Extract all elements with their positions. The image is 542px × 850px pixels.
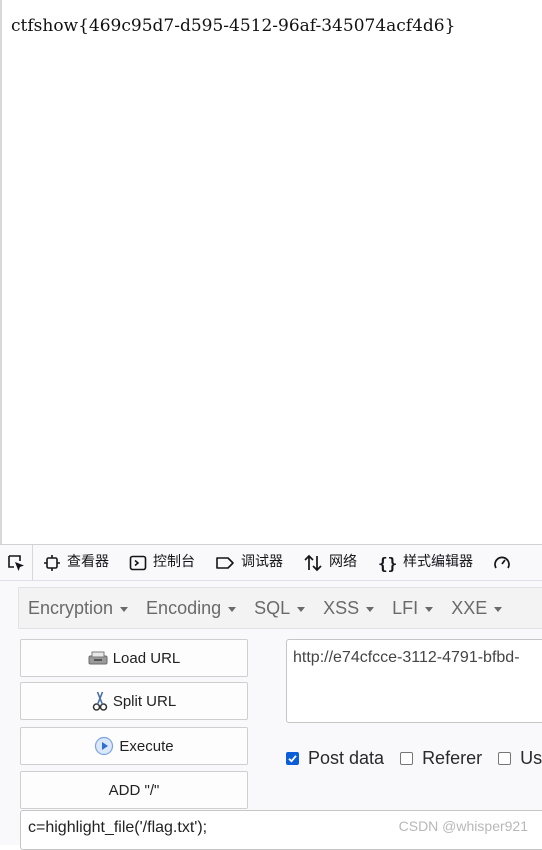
execute-button[interactable]: Execute <box>20 727 248 765</box>
load-url-icon <box>88 651 108 665</box>
post-data-option[interactable]: Post data <box>286 748 384 769</box>
tab-inspector-label: 查看器 <box>67 554 109 570</box>
tab-style-editor[interactable]: {} 样式编辑器 <box>367 545 483 580</box>
menu-lfi[interactable]: LFI <box>383 588 442 628</box>
tab-console[interactable]: 控制台 <box>119 545 205 580</box>
caret-down-icon <box>425 606 434 612</box>
element-picker-icon <box>8 554 24 571</box>
tab-network[interactable]: 网络 <box>293 545 367 580</box>
user-agent-checkbox[interactable] <box>498 752 512 765</box>
url-input[interactable]: http://e74cfcce-3112-4791-bfbd- <box>286 639 542 723</box>
menu-xxe[interactable]: XXE <box>442 588 511 628</box>
user-agent-label: Us <box>520 748 542 768</box>
caret-down-icon <box>297 606 306 612</box>
checkmark-icon <box>288 755 297 763</box>
menu-sql-label: SQL <box>254 597 291 618</box>
load-url-label: Load URL <box>112 649 181 667</box>
debugger-icon <box>216 556 234 569</box>
menu-lfi-label: LFI <box>392 597 419 618</box>
svg-text:{}: {} <box>378 554 397 572</box>
tab-debugger-label: 调试器 <box>241 554 283 570</box>
tab-style-editor-label: 样式编辑器 <box>403 554 473 570</box>
style-editor-icon: {} <box>378 554 397 572</box>
menu-encryption-label: Encryption <box>28 597 114 618</box>
post-data-label: Post data <box>308 748 385 768</box>
user-agent-option[interactable]: Us <box>498 748 542 769</box>
load-url-button[interactable]: Load URL <box>20 639 248 677</box>
hackbar-menubar: Encryption Encoding SQL XSS LFI XXE <box>18 587 542 629</box>
post-data-value: c=highlight_file('/flag.txt'); <box>28 819 208 836</box>
tab-console-label: 控制台 <box>153 554 195 570</box>
caret-down-icon <box>228 606 237 612</box>
referer-checkbox[interactable] <box>400 752 414 765</box>
element-picker-button[interactable] <box>0 545 33 580</box>
execute-label: Execute <box>119 737 174 755</box>
url-input-value: http://e74cfcce-3112-4791-bfbd- <box>293 649 520 666</box>
menu-xxe-label: XXE <box>451 597 488 618</box>
menu-encryption[interactable]: Encryption <box>19 588 137 628</box>
caret-down-icon <box>120 606 129 612</box>
referer-option[interactable]: Referer <box>400 748 482 769</box>
caret-down-icon <box>494 606 503 612</box>
inspector-icon <box>44 554 60 571</box>
add-slash-label: ADD "/" <box>108 781 160 799</box>
network-icon <box>304 554 322 571</box>
caret-down-icon <box>366 606 375 612</box>
play-icon <box>95 736 114 756</box>
page-output-text: ctfshow{469c95d7-d595-4512-96af-345074ac… <box>11 16 456 36</box>
menu-sql[interactable]: SQL <box>245 588 314 628</box>
menu-encoding[interactable]: Encoding <box>137 588 245 628</box>
performance-icon <box>494 556 510 568</box>
devtools-toolbar: 查看器 控制台 调试器 网络 {} 样式编辑器 <box>0 545 542 581</box>
tab-inspector[interactable]: 查看器 <box>33 545 119 580</box>
tab-performance[interactable] <box>483 545 527 580</box>
split-url-button[interactable]: Split URL <box>20 682 248 720</box>
tab-network-label: 网络 <box>329 554 357 570</box>
menu-xss[interactable]: XSS <box>314 588 383 628</box>
split-url-label: Split URL <box>112 692 177 710</box>
add-slash-button[interactable]: ADD "/" <box>20 771 248 809</box>
post-data-checkbox[interactable] <box>286 752 299 765</box>
referer-label: Referer <box>422 748 483 768</box>
watermark: CSDN @whisper921 <box>398 818 528 834</box>
menu-encoding-label: Encoding <box>146 597 222 618</box>
scissors-icon <box>92 691 108 711</box>
page-left-border <box>0 0 2 544</box>
tab-debugger[interactable]: 调试器 <box>205 545 293 580</box>
options-row: Post data Referer Us <box>286 748 542 769</box>
menu-xss-label: XSS <box>323 597 360 618</box>
console-icon <box>129 555 147 570</box>
